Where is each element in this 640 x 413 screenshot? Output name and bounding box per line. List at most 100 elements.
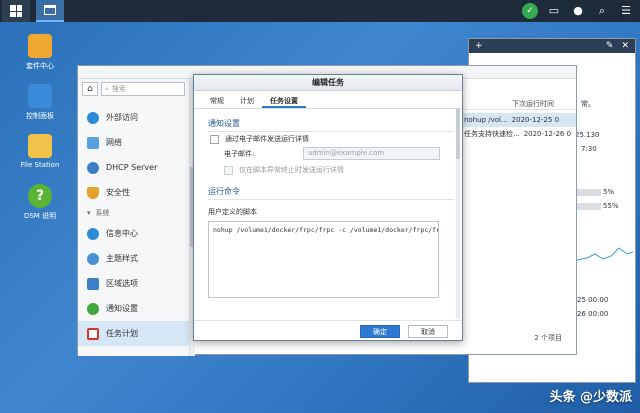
control-panel-icon (28, 84, 52, 108)
email-field[interactable]: admin@example.com (303, 147, 440, 160)
task-next-run: 2020-12-25 0 (511, 116, 560, 124)
sidebar-item-label: 安全性 (106, 188, 130, 197)
desktop-icon-label: 套件中心 (26, 62, 54, 70)
widget-toolbar: + ✎ ✕ (469, 39, 635, 53)
ram-value: 55% (603, 202, 619, 210)
search-icon[interactable]: ⌕ (594, 3, 610, 19)
notify-section-title: 通知设置 (208, 119, 240, 128)
main-menu-button[interactable] (2, 0, 30, 22)
sidebar-item-label: 区域选项 (106, 279, 138, 288)
sidebar-item-dhcp[interactable]: DHCP Server (78, 155, 189, 180)
cancel-button[interactable]: 取消 (408, 325, 448, 338)
sidebar-item-task-scheduler[interactable]: 任务计划 (78, 321, 189, 346)
send-email-checkbox[interactable] (210, 134, 219, 144)
desktop-icon-package-center[interactable]: 套件中心 (14, 34, 66, 71)
only-abnormal-option[interactable]: 仅在脚本异常终止时发送运行详情 (224, 165, 344, 175)
desktop-icon-file-station[interactable]: File Station (14, 134, 66, 169)
script-textarea[interactable]: nohup /volume1/docker/frpc/frpc -c /volu… (208, 221, 439, 298)
grid-icon (10, 5, 22, 17)
package-center-icon (28, 34, 52, 58)
time-text: 7:30 (581, 145, 597, 153)
network-chart (577, 247, 633, 261)
task-name: 任务支持快速检... (464, 130, 520, 138)
run-section-title: 运行命令 (208, 187, 240, 196)
widgets-icon[interactable]: ☰ (618, 3, 634, 19)
sidebar-item-label: 通知设置 (106, 304, 138, 313)
dhcp-icon (87, 161, 99, 174)
desktop-icon-dsm-help[interactable]: ? DSM 说明 (14, 184, 66, 221)
taskbar-control-panel[interactable] (36, 0, 64, 22)
edit-task-dialog: 编辑任务 常规 计划 任务设置 通知设置 通过电子邮件发送运行详情 电子邮件: … (193, 74, 463, 341)
help-icon: ? (28, 184, 52, 208)
chevron-down-icon: ▾ (87, 209, 91, 217)
sidebar-item-theme[interactable]: 主题样式 (78, 246, 189, 271)
sidebar-item-external-access[interactable]: 外部访问 (78, 105, 189, 130)
only-abnormal-label: 仅在脚本异常终止时发送运行详情 (239, 166, 344, 174)
home-button[interactable]: ⌂ (82, 82, 98, 96)
sidebar-item-network[interactable]: 网络 (78, 130, 189, 155)
calendar-icon (87, 327, 99, 340)
tab-schedule[interactable]: 计划 (232, 93, 262, 108)
chat-bubble-icon (87, 302, 99, 315)
only-abnormal-checkbox[interactable] (224, 165, 233, 175)
desktop-icon-label: File Station (20, 161, 60, 169)
divider (208, 199, 454, 200)
sidebar-item-label: 任务计划 (106, 329, 138, 338)
health-status-text: 常。 (581, 100, 595, 108)
dialog-title: 编辑任务 (194, 75, 462, 91)
tab-task-settings[interactable]: 任务设置 (262, 93, 306, 108)
sidebar-item-info-center[interactable]: 信息中心 (78, 221, 189, 246)
cpu-value: 5% (603, 188, 615, 196)
script-label-text: 用户定义的脚本 (208, 208, 257, 216)
tab-general[interactable]: 常规 (202, 93, 232, 108)
chat-icon[interactable]: ▭ (546, 3, 562, 19)
sidebar-item-security[interactable]: 安全性 (78, 180, 189, 205)
shield-icon (87, 186, 99, 199)
desktop-icon-label: 控制面板 (26, 112, 54, 120)
sidebar-item-label: 主题样式 (106, 254, 138, 263)
sidebar-item-notification[interactable]: 通知设置 (78, 296, 189, 321)
sync-status-icon[interactable]: ✓ (522, 3, 538, 19)
sidebar-group-system[interactable]: ▾ 系统 (78, 205, 189, 221)
stamp1-text: 25 00:00 (577, 296, 609, 304)
pin-icon[interactable]: ✎ (606, 41, 614, 51)
sidebar-item-label: 信息中心 (106, 229, 138, 238)
folder-icon (28, 134, 52, 158)
dialog-tabs: 常规 计划 任务设置 (194, 93, 462, 109)
sidebar-item-label: DHCP Server (106, 163, 158, 172)
close-icon[interactable]: ✕ (621, 41, 629, 51)
dialog-scrollbar[interactable] (456, 109, 460, 319)
region-icon (87, 277, 99, 290)
task-next-run: 2020-12-26 0 (523, 130, 572, 138)
stamp2-text: 26 00:00 (577, 310, 609, 318)
email-label: 电子邮件: (224, 149, 254, 159)
search-input[interactable]: ⌕ 搜索 (101, 82, 185, 96)
sidebar-item-regional[interactable]: 区域选项 (78, 271, 189, 296)
user-icon[interactable]: ● (570, 3, 586, 19)
window-icon (44, 5, 56, 15)
search-placeholder: 搜索 (111, 85, 126, 93)
script-label: 用户定义的脚本 (208, 207, 257, 217)
send-email-label: 通过电子邮件发送运行详情 (225, 135, 309, 143)
ram-bar (577, 203, 601, 210)
send-email-option[interactable]: 通过电子邮件发送运行详情 (210, 134, 309, 144)
desktop-icon-control-panel[interactable]: 控制面板 (14, 84, 66, 121)
dialog-footer: 确定 取消 (194, 320, 462, 340)
table-row[interactable]: 任务支持快速检... 2020-12-26 0 (462, 127, 576, 141)
sidebar-item-label: 网络 (106, 138, 122, 147)
watermark: 头条 @少数派 (549, 390, 632, 405)
sidebar: ⌂ ⌕ 搜索 外部访问 网络 DHCP Server 安全性 ▾ 系统 信息中心… (78, 79, 190, 356)
task-name: nohup /vol... (464, 116, 508, 124)
taskbar: ✓ ▭ ● ⌕ ☰ (0, 0, 640, 22)
globe-icon (87, 111, 99, 124)
column-header-next-run[interactable]: 下次运行时间 (462, 98, 576, 110)
sidebar-group-label: 系统 (95, 209, 110, 217)
network-icon (87, 136, 99, 149)
info-icon (87, 227, 99, 240)
table-row[interactable]: nohup /vol... 2020-12-25 0 (462, 113, 576, 127)
divider (208, 131, 454, 132)
search-icon: ⌕ (105, 84, 109, 93)
add-widget-icon[interactable]: + (475, 41, 483, 51)
desktop-icon-label: DSM 说明 (23, 212, 57, 220)
ok-button[interactable]: 确定 (360, 325, 400, 338)
